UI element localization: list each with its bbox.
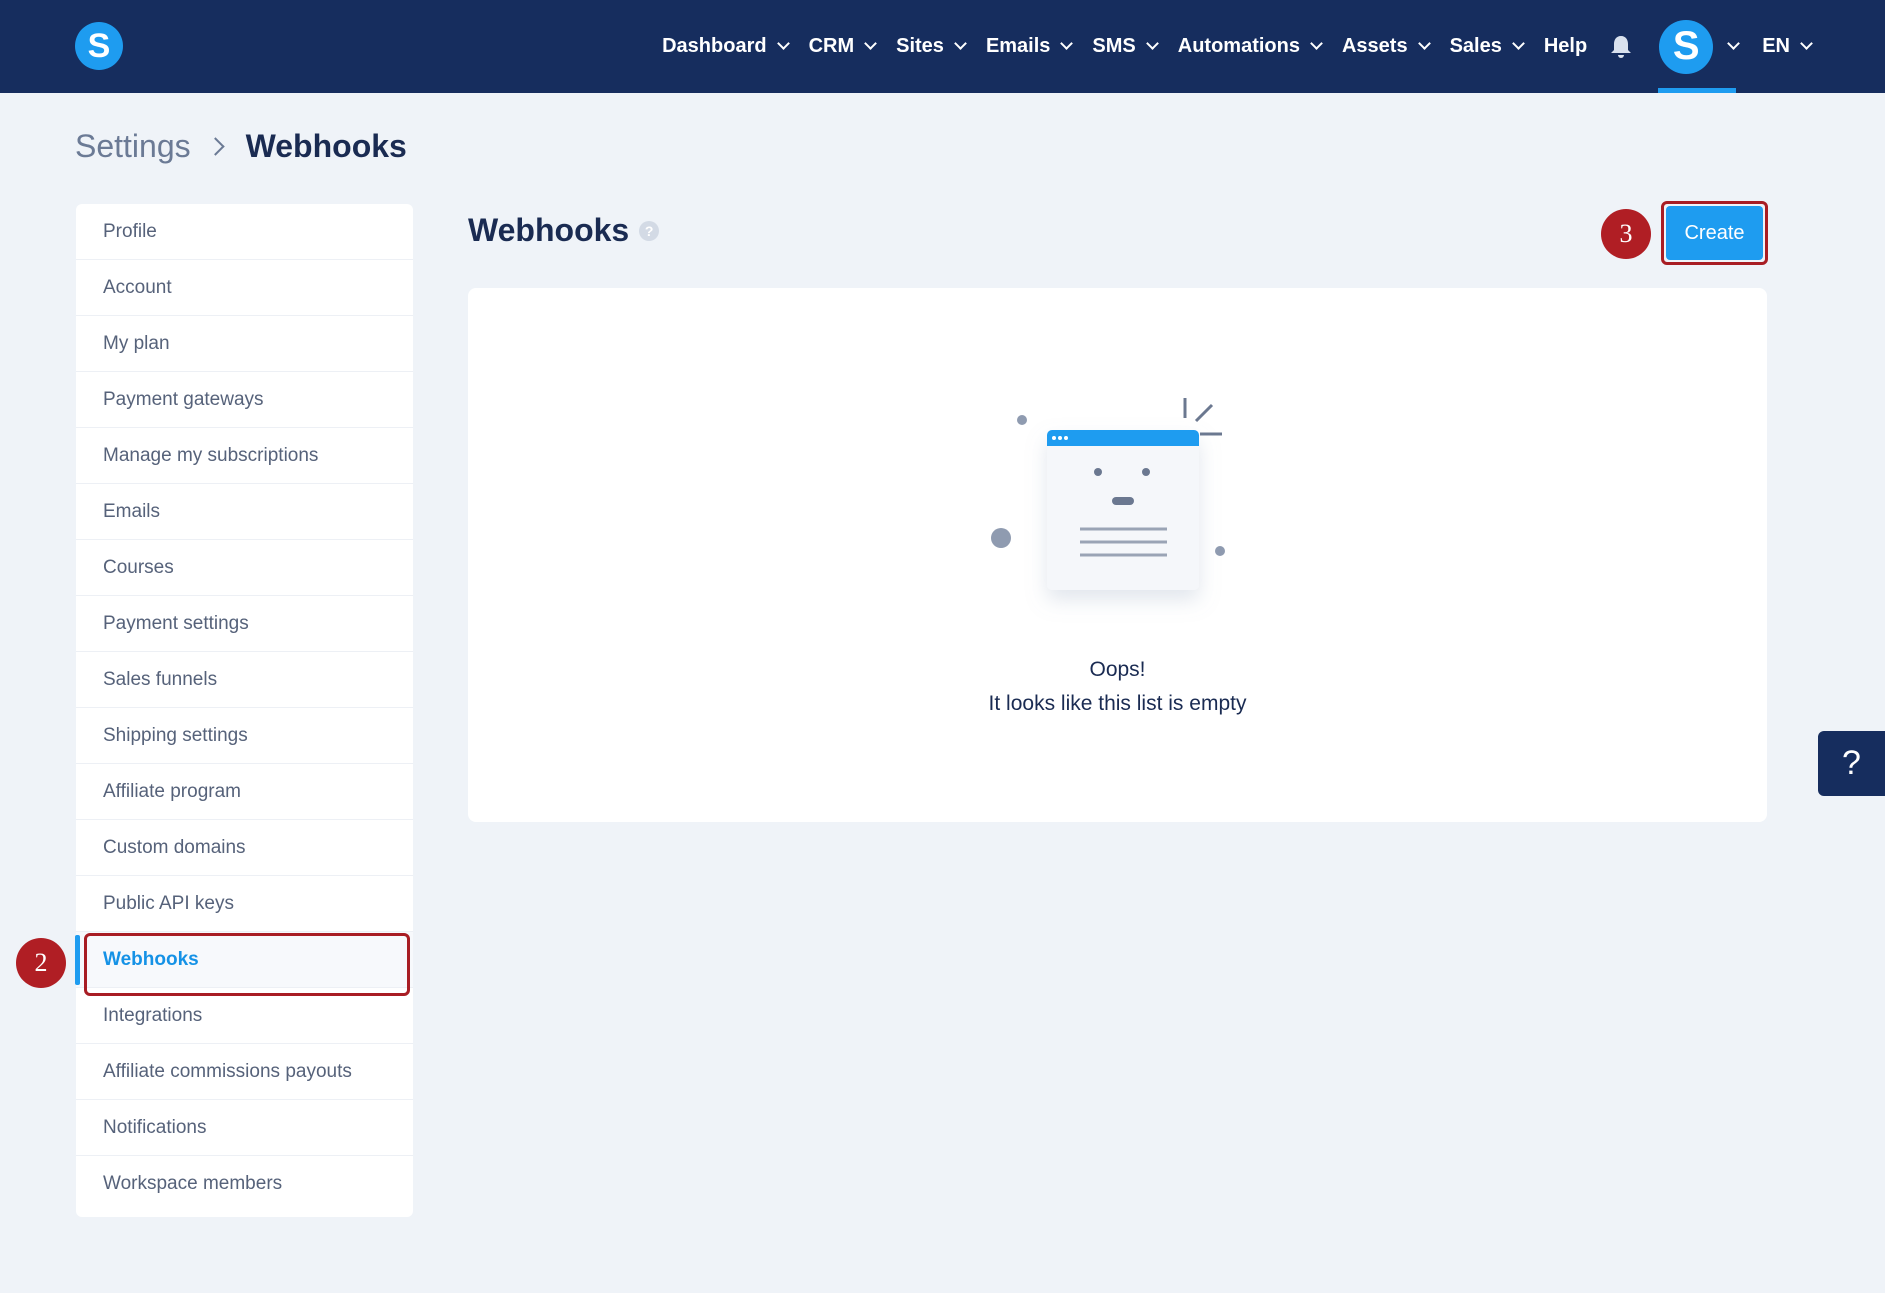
sidebar-item-account[interactable]: Account: [76, 260, 413, 316]
main-nav: Dashboard CRM Sites Emails SMS Automatio…: [662, 0, 1813, 93]
sidebar-item-affiliate-commissions-payouts[interactable]: Affiliate commissions payouts: [76, 1044, 413, 1100]
chevron-down-icon: [864, 37, 877, 50]
sidebar-item-manage-subscriptions[interactable]: Manage my subscriptions: [76, 428, 413, 484]
sidebar-item-public-api-keys[interactable]: Public API keys: [76, 876, 413, 932]
sidebar-item-my-plan[interactable]: My plan: [76, 316, 413, 372]
nav-label: Help: [1543, 35, 1588, 57]
sidebar-item-workspace-members[interactable]: Workspace members: [76, 1156, 413, 1212]
floating-help-button[interactable]: ?: [1818, 731, 1885, 796]
sidebar-item-profile[interactable]: Profile: [76, 204, 413, 260]
breadcrumb: Settings Webhooks: [75, 128, 407, 165]
page-title: Webhooks ?: [468, 212, 660, 249]
nav-automations[interactable]: Automations: [1177, 0, 1323, 93]
nav-label: SMS: [1092, 35, 1136, 57]
chevron-down-icon: [776, 37, 790, 50]
annotation-step-3-badge: 3: [1601, 209, 1651, 259]
sidebar-item-payment-settings[interactable]: Payment settings: [76, 596, 413, 652]
nav-sites[interactable]: Sites: [896, 0, 967, 93]
webhooks-list-card: Oops! It looks like this list is empty: [468, 288, 1767, 822]
app-logo[interactable]: S: [75, 22, 123, 70]
nav-sms[interactable]: SMS: [1092, 0, 1159, 93]
chevron-down-icon: [1511, 37, 1525, 50]
sidebar-item-notifications[interactable]: Notifications: [76, 1100, 413, 1156]
nav-label: Sites: [896, 35, 944, 57]
sidebar-item-shipping-settings[interactable]: Shipping settings: [76, 708, 413, 764]
nav-help[interactable]: Help: [1544, 0, 1587, 93]
help-circle-icon[interactable]: ?: [639, 220, 660, 241]
bell-icon[interactable]: [1609, 34, 1633, 60]
chevron-down-icon: [1310, 37, 1323, 50]
settings-sidebar: Profile Account My plan Payment gateways…: [75, 204, 413, 1217]
sidebar-item-webhooks[interactable]: Webhooks: [75, 932, 413, 988]
nav-label: Assets: [1341, 35, 1408, 57]
nav-dashboard[interactable]: Dashboard: [662, 0, 790, 93]
sidebar-item-courses[interactable]: Courses: [76, 540, 413, 596]
annotation-step-2-badge: 2: [16, 938, 66, 988]
language-selector[interactable]: EN: [1762, 0, 1813, 93]
avatar[interactable]: S: [1659, 19, 1714, 74]
create-webhook-button[interactable]: Create: [1666, 206, 1763, 260]
top-navigation-bar: S Dashboard CRM Sites Emails SMS Automat…: [0, 0, 1885, 93]
chevron-down-icon: [1060, 37, 1074, 50]
sidebar-item-emails[interactable]: Emails: [76, 484, 413, 540]
account-menu[interactable]: S: [1658, 0, 1741, 93]
sidebar-item-integrations[interactable]: Integrations: [76, 988, 413, 1044]
breadcrumb-settings-link[interactable]: Settings: [75, 128, 191, 165]
nav-label: Sales: [1449, 35, 1502, 57]
sidebar-item-affiliate-program[interactable]: Affiliate program: [76, 764, 413, 820]
sidebar-item-payment-gateways[interactable]: Payment gateways: [76, 372, 413, 428]
empty-state-title: Oops!: [1089, 658, 1146, 681]
chevron-down-icon: [1800, 37, 1813, 50]
empty-state-subtitle: It looks like this list is empty: [988, 692, 1247, 715]
language-label: EN: [1762, 35, 1790, 57]
nav-sales[interactable]: Sales: [1449, 0, 1525, 93]
nav-label: Dashboard: [662, 35, 767, 57]
empty-state-message: Oops! It looks like this list is empty: [468, 653, 1767, 721]
sidebar-item-custom-domains[interactable]: Custom domains: [76, 820, 413, 876]
nav-crm[interactable]: CRM: [808, 0, 877, 93]
active-indicator: [1658, 88, 1737, 93]
chevron-down-icon: [1727, 37, 1741, 50]
chevron-down-icon: [1417, 37, 1431, 50]
chevron-down-icon: [1145, 37, 1159, 50]
chevron-right-icon: [205, 137, 225, 156]
empty-list-illustration: [991, 398, 1225, 590]
breadcrumb-current: Webhooks: [245, 128, 407, 164]
nav-emails[interactable]: Emails: [985, 0, 1074, 93]
chevron-down-icon: [954, 37, 967, 50]
nav-label: Emails: [985, 35, 1051, 57]
nav-label: CRM: [808, 35, 855, 57]
sidebar-item-sales-funnels[interactable]: Sales funnels: [76, 652, 413, 708]
nav-assets[interactable]: Assets: [1341, 0, 1431, 93]
nav-label: Automations: [1177, 35, 1300, 57]
page-title-text: Webhooks: [468, 212, 630, 248]
